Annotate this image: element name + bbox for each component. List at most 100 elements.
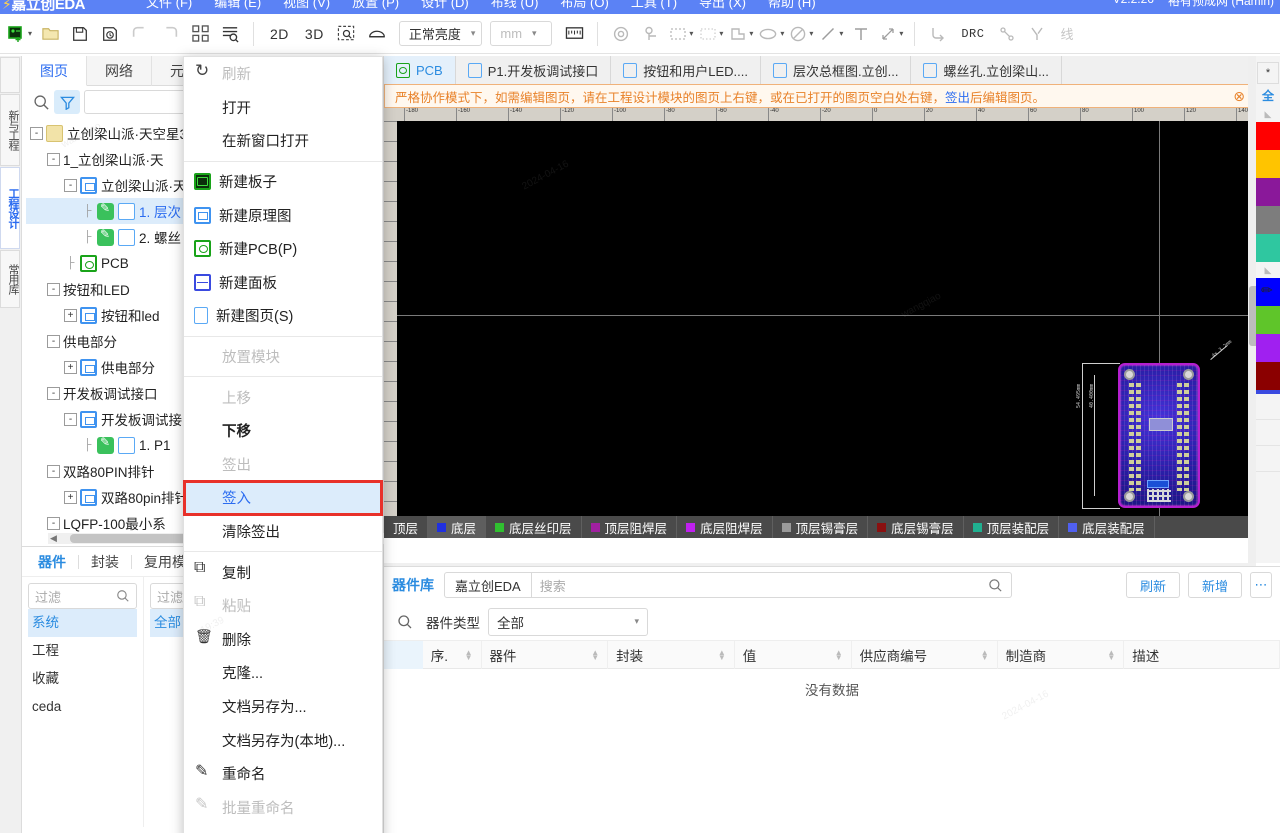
- chevron-down-icon[interactable]: ▾: [780, 29, 784, 38]
- branch-icon[interactable]: [1023, 20, 1051, 48]
- new-document-button[interactable]: ▾: [6, 20, 34, 48]
- menu-route[interactable]: 布线 (U): [491, 0, 539, 11]
- tree-expander[interactable]: -: [47, 464, 60, 478]
- device-library-tab[interactable]: 器件库: [392, 575, 444, 595]
- menu-item-删除[interactable]: 删除: [184, 623, 382, 657]
- swatch-green[interactable]: [1256, 306, 1280, 334]
- menu-item-下移[interactable]: 下移: [184, 414, 382, 448]
- collapse-triangle-icon[interactable]: ◣: [1256, 106, 1280, 122]
- table-column-header[interactable]: 供应商编号 ▲ ▼: [852, 640, 998, 669]
- zoom-select-icon[interactable]: [333, 20, 361, 48]
- filter-icon[interactable]: [54, 90, 80, 114]
- lib-tab-device[interactable]: 器件: [26, 552, 78, 572]
- layer-item[interactable]: 顶层锡膏层: [773, 516, 869, 538]
- editor-vscrollbar[interactable]: [1248, 56, 1266, 563]
- edit-pen-icon[interactable]: [97, 201, 114, 220]
- menu-item-新建PCBP[interactable]: 新建PCB(P): [184, 232, 382, 266]
- menu-item-新建面板[interactable]: 新建面板: [184, 266, 382, 300]
- menu-edit[interactable]: 编辑 (E): [214, 0, 261, 11]
- menu-items[interactable]: 文件 (F) 编辑 (E) 视图 (V) 放置 (P) 设计 (D) 布线 (U…: [146, 0, 816, 11]
- list-search-icon[interactable]: [216, 20, 244, 48]
- table-column-header[interactable]: 值 ▲ ▼: [735, 640, 852, 669]
- swatch-purple[interactable]: [1256, 178, 1280, 206]
- wire-label[interactable]: 线: [1053, 20, 1081, 48]
- tree-expander[interactable]: -: [47, 152, 60, 166]
- menu-item-文档另存为[interactable]: 文档另存为...: [184, 690, 382, 724]
- tree-expander[interactable]: +: [64, 490, 77, 504]
- tree-expander[interactable]: +: [64, 360, 77, 374]
- palette-all-label[interactable]: 全: [1256, 84, 1280, 106]
- tree-expander[interactable]: -: [64, 178, 77, 192]
- library-item-system[interactable]: 系统: [28, 609, 137, 637]
- swatch-blue-active[interactable]: ✏: [1256, 278, 1280, 306]
- library-filter-input-1[interactable]: 过滤: [28, 583, 137, 609]
- menu-item-文档另存为本地[interactable]: 文档另存为(本地)...: [184, 723, 382, 757]
- menu-item-在新窗口打开[interactable]: 在新窗口打开: [184, 124, 382, 158]
- menu-item-签入[interactable]: 签入: [183, 480, 383, 516]
- layer-item[interactable]: 底层锡膏层: [868, 516, 964, 538]
- document-tab[interactable]: 螺丝孔.立创梁山...: [911, 56, 1062, 84]
- device-type-select[interactable]: 全部 ▾: [488, 607, 648, 636]
- layer-item[interactable]: 顶层装配层: [964, 516, 1060, 538]
- menu-place[interactable]: 放置 (P): [352, 0, 399, 11]
- collapse-triangle-icon-2[interactable]: ◣: [1256, 262, 1280, 278]
- sort-icon[interactable]: ▲ ▼: [835, 648, 843, 661]
- tree-expander[interactable]: -: [64, 412, 77, 426]
- menu-item-新建板子[interactable]: 新建板子: [184, 165, 382, 199]
- library-item-project[interactable]: 工程: [28, 637, 137, 665]
- document-tab[interactable]: 按钮和用户LED....: [611, 56, 761, 84]
- sort-icon[interactable]: ▲ ▼: [981, 648, 989, 661]
- pad-icon[interactable]: [637, 20, 665, 48]
- edit-pen-icon[interactable]: [97, 435, 114, 454]
- more-button[interactable]: ⋯: [1250, 572, 1272, 598]
- swatch-gray[interactable]: [1256, 206, 1280, 234]
- rail-tab-panel[interactable]: [0, 57, 20, 93]
- via-icon[interactable]: [607, 20, 635, 48]
- notice-checkout-link[interactable]: 签出: [945, 91, 970, 105]
- grid-layout-icon[interactable]: [186, 20, 214, 48]
- layer-item[interactable]: 底层阻焊层: [677, 516, 773, 538]
- search-icon[interactable]: [28, 90, 54, 114]
- tree-expander[interactable]: -: [30, 126, 43, 140]
- rail-tab-new-project[interactable]: 新与工程: [0, 94, 20, 166]
- chevron-down-icon[interactable]: ▾: [28, 29, 32, 38]
- polygon-icon[interactable]: ▾: [727, 20, 755, 48]
- add-button[interactable]: 新增: [1188, 572, 1242, 598]
- chevron-down-icon[interactable]: ▾: [809, 29, 813, 38]
- tree-expander[interactable]: -: [47, 282, 60, 296]
- layer-item[interactable]: 底层: [428, 516, 487, 538]
- open-folder-button[interactable]: [36, 20, 64, 48]
- fill-area-icon[interactable]: ▾: [667, 20, 695, 48]
- menu-item-新建图页S[interactable]: 新建图页(S): [184, 299, 382, 333]
- unit-select[interactable]: mm ▾: [490, 21, 553, 46]
- undo-button[interactable]: [126, 20, 154, 48]
- route-icon[interactable]: [924, 20, 952, 48]
- menu-help[interactable]: 帮助 (H): [768, 0, 816, 11]
- view-3d-button[interactable]: 3D: [298, 20, 331, 48]
- search-icon-2[interactable]: [392, 610, 418, 634]
- menu-file[interactable]: 文件 (F): [146, 0, 192, 11]
- menu-item-清除签出[interactable]: 清除签出: [184, 515, 382, 549]
- sort-icon[interactable]: ▲ ▼: [465, 648, 473, 661]
- view-2d-button[interactable]: 2D: [263, 20, 296, 48]
- drc-button[interactable]: DRC: [954, 20, 991, 48]
- redo-button[interactable]: [156, 20, 184, 48]
- chevron-down-icon[interactable]: ▾: [719, 29, 723, 38]
- document-tab[interactable]: P1.开发板调试接口: [455, 56, 612, 84]
- chevron-down-icon[interactable]: ▾: [749, 29, 753, 38]
- table-column-header[interactable]: 序. ▲ ▼: [423, 640, 482, 669]
- swatch-yellow[interactable]: [1256, 150, 1280, 178]
- table-column-header[interactable]: 封装 ▲ ▼: [608, 640, 735, 669]
- edit-pen-icon[interactable]: [97, 227, 114, 246]
- tree-expander[interactable]: -: [47, 386, 60, 400]
- palette-star-button[interactable]: *: [1257, 62, 1279, 84]
- library-item-ceda[interactable]: ceda: [28, 693, 137, 721]
- refresh-button[interactable]: 刷新: [1126, 572, 1180, 598]
- table-column-header[interactable]: 描述: [1124, 640, 1280, 669]
- copper-area-icon[interactable]: ▾: [697, 20, 725, 48]
- rail-tab-project-design[interactable]: 工程设计: [0, 167, 20, 249]
- measure-icon[interactable]: [560, 20, 588, 48]
- scroll-left-arrow[interactable]: ◀: [50, 533, 57, 544]
- chevron-down-icon[interactable]: ▾: [839, 29, 843, 38]
- swatch-red[interactable]: [1256, 122, 1280, 150]
